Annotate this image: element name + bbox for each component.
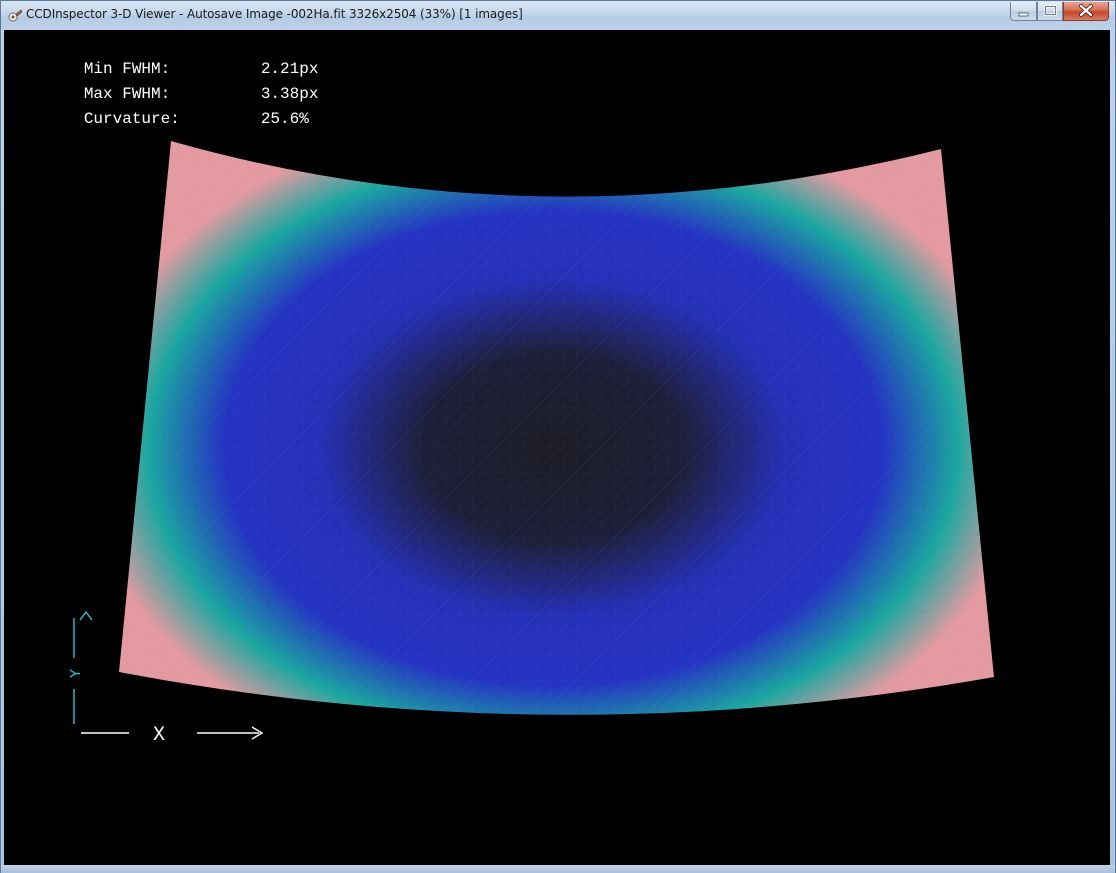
curvature-label: Curvature:	[83, 110, 180, 128]
max-fwhm-label: Max FWHM:	[83, 85, 171, 103]
min-fwhm-row: Min FWHM: 2.21px	[7, 32, 319, 78]
window-title: CCDInspector 3-D Viewer - Autosave Image…	[26, 7, 523, 21]
min-fwhm-label: Min FWHM:	[83, 60, 171, 78]
fwhm-stats-overlay: Min FWHM: 2.21px Max FWHM: 3.38px Curvatur…	[7, 32, 319, 128]
minimize-icon	[1018, 12, 1029, 17]
maximize-button[interactable]	[1037, 2, 1063, 21]
close-button[interactable]	[1063, 2, 1109, 21]
y-axis-arrowhead	[79, 610, 93, 621]
x-axis-label: X	[153, 724, 165, 747]
maximize-icon	[1044, 5, 1057, 16]
viewer-window: CCDInspector 3-D Viewer - Autosave Image…	[0, 0, 1116, 873]
curvature-value: 25.6%	[260, 110, 309, 128]
min-fwhm-value: 2.21px	[260, 60, 319, 78]
window-bottom-border	[1, 865, 1115, 873]
ccdinspector-app-icon[interactable]	[7, 8, 23, 24]
title-bar[interactable]: CCDInspector 3-D Viewer - Autosave Image…	[1, 1, 1115, 30]
y-axis-label: Y	[68, 669, 85, 678]
close-icon	[1079, 4, 1093, 17]
minimize-button[interactable]	[1010, 2, 1037, 21]
max-fwhm-value: 3.38px	[260, 85, 319, 103]
3d-viewport[interactable]: Y X Min FWHM: 2.21px Max FWHM: 3.38px Curv…	[4, 30, 1110, 865]
